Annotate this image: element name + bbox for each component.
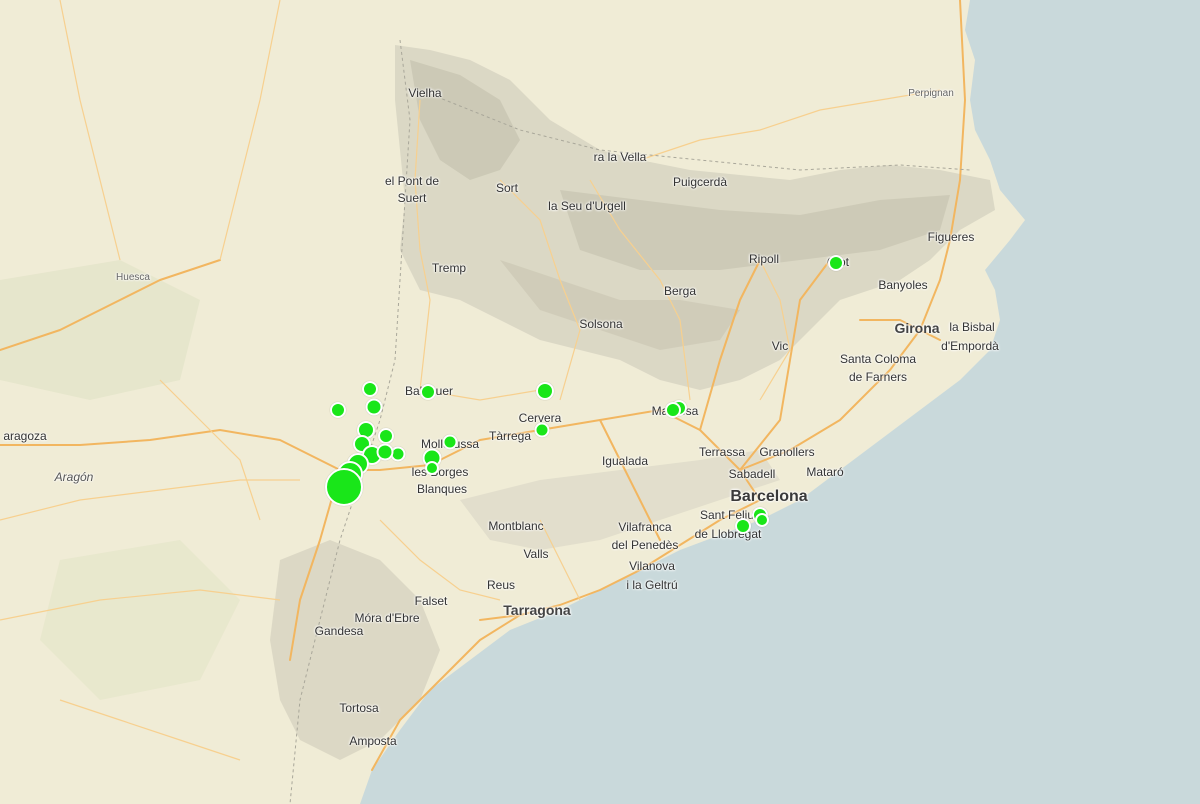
map-marker[interactable] [536,382,554,400]
map-marker[interactable] [735,518,751,534]
map-marker[interactable] [325,468,363,506]
map-marker[interactable] [362,381,378,397]
vegetation-patch [0,260,200,400]
map-marker[interactable] [420,384,436,400]
map-marker[interactable] [330,402,346,418]
map-marker[interactable] [828,255,844,271]
map-marker[interactable] [376,443,394,461]
map-marker[interactable] [755,513,769,527]
map-canvas[interactable]: Vielha el Pont de Suert Sort ra la Vella… [0,0,1200,804]
map-marker[interactable] [425,461,439,475]
map-marker[interactable] [534,422,550,438]
map-marker[interactable] [378,428,394,444]
map-marker[interactable] [365,398,383,416]
map-marker[interactable] [665,402,681,418]
map-basemap[interactable] [0,0,1200,804]
map-marker[interactable] [442,434,458,450]
vegetation-patch [40,540,240,700]
